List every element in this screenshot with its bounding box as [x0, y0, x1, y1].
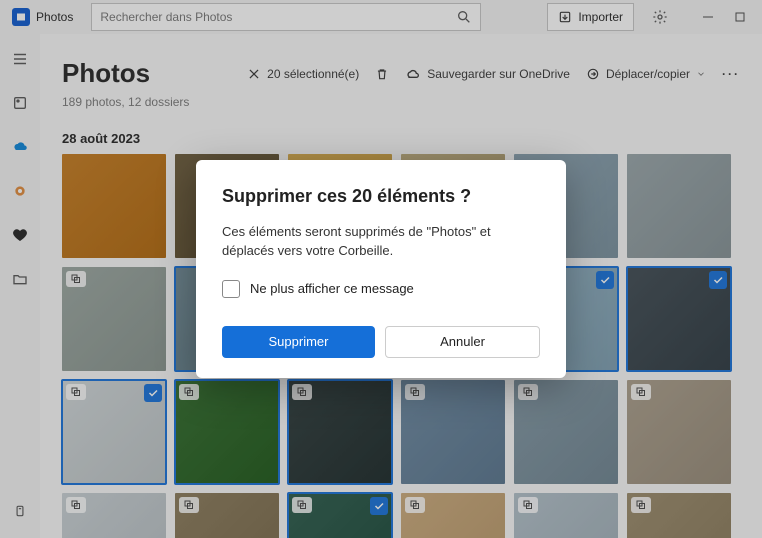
modal-overlay[interactable]: Supprimer ces 20 éléments ? Ces éléments…	[0, 0, 762, 538]
dont-show-row[interactable]: Ne plus afficher ce message	[222, 280, 540, 298]
dialog-title: Supprimer ces 20 éléments ?	[222, 186, 540, 207]
cancel-button[interactable]: Annuler	[385, 326, 540, 358]
confirm-button[interactable]: Supprimer	[222, 326, 375, 358]
delete-dialog: Supprimer ces 20 éléments ? Ces éléments…	[196, 160, 566, 377]
dialog-body: Ces éléments seront supprimés de "Photos…	[222, 223, 540, 259]
dont-show-checkbox[interactable]	[222, 280, 240, 298]
dont-show-label: Ne plus afficher ce message	[250, 281, 414, 296]
